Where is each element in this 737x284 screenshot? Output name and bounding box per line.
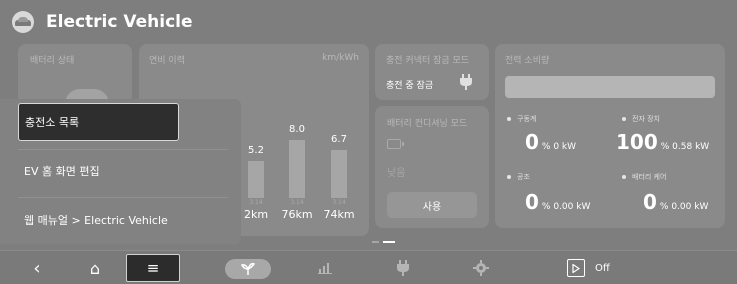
page-title: Electric Vehicle [46, 12, 193, 32]
bar-value-label: 8.0 [289, 124, 305, 136]
chart-bar [289, 140, 305, 198]
battery-icon [387, 139, 404, 149]
power-consumption-card[interactable]: 전력 소비량 구동계 0% 0 kW 전자 장치 100% 0.58 kW 공조… [495, 44, 725, 228]
bottom-nav-bar: ‹ ⌂ ≡ Off [0, 250, 737, 284]
menu-button[interactable]: ≡ [126, 254, 180, 282]
bar-date-label: 3.14 [249, 199, 263, 206]
dot-icon [622, 117, 626, 121]
plug-icon [460, 74, 472, 90]
drivetrain-value: 0% 0 kW [525, 130, 577, 154]
bar-chart-icon [318, 263, 332, 274]
drivetrain-label: 구동계 [507, 114, 536, 124]
header: Electric Vehicle [0, 0, 737, 44]
conditioning-title: 배터리 컨디셔닝 모드 [387, 119, 468, 129]
electronics-label: 전자 장치 [622, 114, 660, 124]
page-dot [372, 241, 379, 243]
conditioning-level: 낮음 [387, 168, 406, 179]
power-consumption-title: 전력 소비량 [505, 56, 550, 66]
page-dot-active [383, 241, 395, 243]
page-indicator [372, 241, 395, 243]
bar-value-label: 5.2 [248, 144, 264, 156]
menu-item-charging-stations[interactable]: 충전소 목록 [18, 103, 179, 141]
eco-button[interactable] [225, 259, 271, 279]
chart-bar [331, 149, 347, 198]
climate-label: 공조 [507, 172, 530, 182]
bar-date-label: 3.14 [290, 199, 304, 206]
electronics-value: 100% 0.58 kW [616, 130, 710, 154]
bar-date-label: 3.14 [332, 199, 346, 206]
power-consumption-bar [505, 76, 715, 98]
efficiency-title: 연비 이력 [149, 56, 185, 66]
back-button[interactable]: ‹ [22, 254, 52, 282]
battery-conditioning-card[interactable]: 배터리 컨디셔닝 모드 낮음 사용 [375, 106, 489, 228]
menu-item-web-manual[interactable]: 웹 매뉴얼 > Electric Vehicle [0, 201, 241, 239]
battery-care-label: 배터리 케어 [622, 172, 666, 182]
home-icon: ⌂ [89, 258, 101, 278]
dot-icon [622, 175, 626, 179]
connector-lock-title: 충전 커넥터 잠금 모드 [386, 56, 470, 66]
battery-status-title: 배터리 상태 [30, 56, 75, 66]
bar-distance-label: 76km [281, 208, 313, 221]
efficiency-unit: km/kWh [322, 53, 359, 63]
connector-lock-card[interactable]: 충전 커넥터 잠금 모드 충전 중 잠금 [375, 44, 489, 100]
climate-value: 0% 0.00 kW [525, 190, 591, 214]
connector-lock-mode: 충전 중 잠금 [386, 81, 434, 91]
media-status: Off [595, 262, 610, 274]
menu-divider [18, 197, 228, 198]
battery-care-value: 0% 0.00 kW [643, 190, 709, 214]
context-menu: 충전소 목록 EV 홈 화면 편집 웹 매뉴얼 > Electric Vehic… [0, 99, 241, 244]
home-button[interactable]: ⌂ [80, 254, 110, 282]
car-icon [12, 11, 34, 33]
use-button[interactable]: 사용 [387, 192, 477, 218]
dot-icon [507, 117, 511, 121]
menu-icon: ≡ [146, 259, 160, 277]
charger-icon [397, 260, 409, 276]
energy-chart-button[interactable] [312, 254, 338, 282]
settings-button[interactable] [468, 254, 494, 282]
media-button[interactable]: Off [567, 254, 627, 282]
gear-icon [473, 260, 489, 276]
chart-bar [248, 160, 264, 198]
menu-divider [18, 149, 228, 150]
sprout-icon [241, 263, 255, 275]
dot-icon [507, 175, 511, 179]
battery-status-card[interactable]: 배터리 상태 [18, 44, 132, 104]
bar-distance-label: 74km [323, 208, 355, 221]
bar-value-label: 6.7 [331, 133, 347, 145]
back-icon: ‹ [33, 257, 41, 279]
menu-item-edit-ev-home[interactable]: EV 홈 화면 편집 [0, 152, 241, 190]
play-icon [567, 259, 585, 277]
charging-button[interactable] [390, 254, 416, 282]
